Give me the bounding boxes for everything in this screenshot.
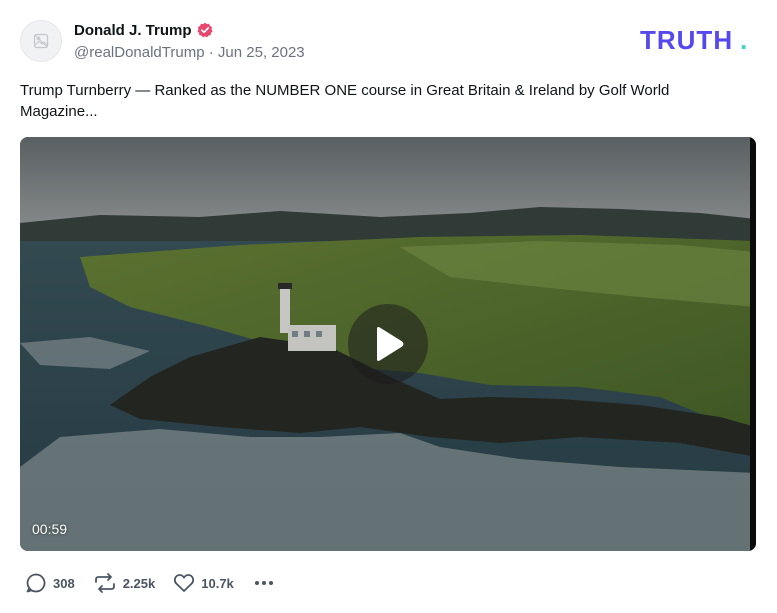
avatar[interactable] <box>20 20 62 62</box>
author-handle[interactable]: @realDonaldTrump <box>74 44 205 61</box>
retruth-count: 2.25k <box>122 575 156 591</box>
post-actions: 308 2.25k 10.7k <box>25 571 274 595</box>
more-options-button[interactable] <box>254 580 274 586</box>
post-text: Trump Turnberry — Ranked as the NUMBER O… <box>20 82 670 120</box>
author-handle-row: @realDonaldTrump · Jun 25, 2023 <box>74 44 305 61</box>
video-edge <box>750 137 756 551</box>
retruth-button[interactable]: 2.25k <box>93 572 156 594</box>
play-icon <box>377 327 404 361</box>
more-horizontal-icon <box>254 581 273 585</box>
reply-count: 308 <box>53 575 75 591</box>
video-duration: 00:59 <box>32 521 68 537</box>
truth-logo-dot: . <box>740 27 747 55</box>
play-button[interactable] <box>348 304 428 384</box>
truth-post: Donald J. Trump @realDonaldTrump · Jun 2… <box>0 0 777 613</box>
like-count: 10.7k <box>201 575 234 591</box>
author-name-row: Donald J. Trump <box>74 20 213 40</box>
verified-badge-icon <box>196 22 213 38</box>
truth-logo-text: TRUTH <box>640 27 733 55</box>
image-placeholder-icon <box>33 33 49 49</box>
reply-button[interactable]: 308 <box>25 572 75 594</box>
heart-icon <box>174 574 195 592</box>
author-display-name[interactable]: Donald J. Trump <box>74 22 192 39</box>
like-button[interactable]: 10.7k <box>173 572 234 594</box>
post-date[interactable]: Jun 25, 2023 <box>218 44 305 61</box>
handle-separator: · <box>204 44 218 61</box>
video-player[interactable]: 00:59 <box>20 137 756 551</box>
retruth-icon <box>94 573 115 593</box>
reply-icon <box>26 573 46 593</box>
truth-social-logo[interactable]: TRUTH . <box>640 27 756 55</box>
